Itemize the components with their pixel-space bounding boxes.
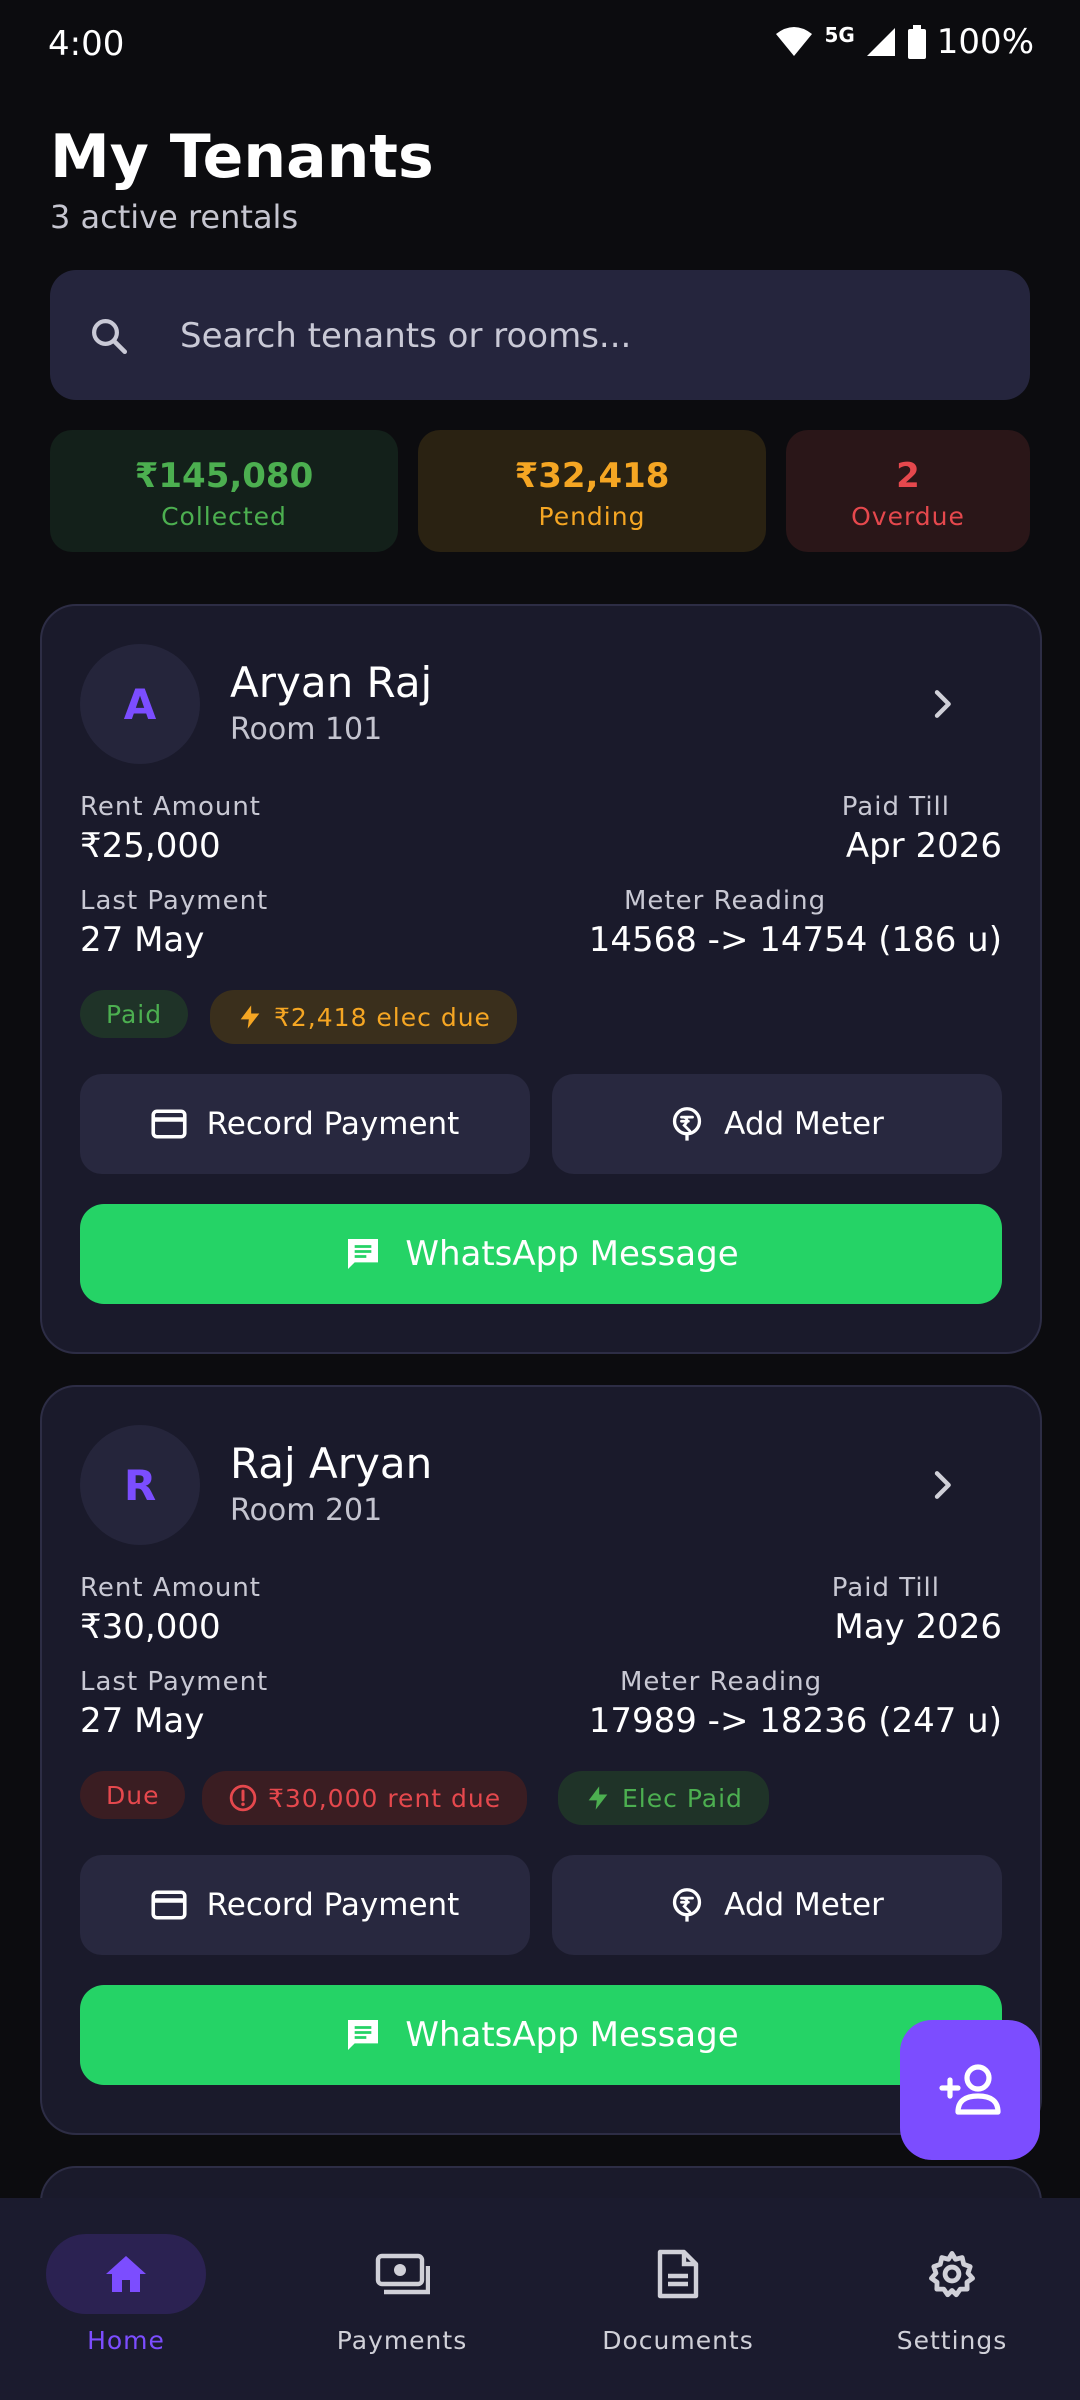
tenant-room: Room 101 — [230, 712, 383, 747]
rent-amount-value: ₹30,000 — [80, 1607, 221, 1647]
signal-icon — [866, 28, 895, 56]
home-icon — [106, 2256, 146, 2292]
paid-till-label: Paid Till — [831, 1573, 940, 1603]
meter-reading-value: 17989 -> 18236 (247 u) — [588, 1701, 1002, 1741]
stat-value: ₹145,080 — [134, 456, 314, 496]
whatsapp-label: WhatsApp Message — [405, 1234, 739, 1274]
record-payment-label: Record Payment — [206, 1106, 460, 1142]
rent-amount-label: Rent Amount — [80, 1573, 262, 1603]
record-payment-label: Record Payment — [206, 1887, 460, 1923]
page-title: My Tenants — [50, 122, 434, 192]
avatar: R — [80, 1425, 200, 1545]
whatsapp-button[interactable]: WhatsApp Message — [80, 1985, 1002, 2085]
status-icons: 5G 100% — [774, 22, 1034, 62]
add-tenant-button[interactable] — [900, 2020, 1040, 2160]
last-payment-value: 27 May — [80, 1701, 205, 1741]
stat-value: ₹32,418 — [514, 456, 670, 496]
nav-item-payments[interactable]: Payments — [292, 2234, 512, 2355]
tenant-room: Room 201 — [230, 1493, 383, 1528]
whatsapp-label: WhatsApp Message — [405, 2015, 739, 2055]
status-badge: Paid — [80, 990, 189, 1038]
message-icon — [348, 2020, 379, 2050]
bolt-icon — [588, 1786, 608, 1810]
bolt-icon — [240, 1005, 260, 1029]
add-meter-label: Add Meter — [724, 1887, 884, 1923]
bottom-nav: Home Payments Documents Settings — [0, 2198, 1080, 2400]
wifi-icon — [776, 27, 813, 56]
meter-icon — [673, 1107, 702, 1141]
status-badge: Due — [80, 1771, 186, 1819]
battery-icon — [907, 25, 926, 59]
tenant-card[interactable]: A Aryan Raj Room 101 Rent Amount ₹25,000… — [40, 604, 1042, 1354]
chevron-right-icon[interactable] — [922, 1465, 962, 1505]
nav-icon-wrap — [598, 2234, 758, 2314]
record-payment-button[interactable]: Record Payment — [80, 1074, 530, 1174]
rent-amount-label: Rent Amount — [80, 792, 262, 822]
stat-label: Collected — [161, 502, 287, 531]
chevron-right-icon[interactable] — [922, 684, 962, 724]
elec-paid-badge: Elec Paid — [558, 1771, 769, 1825]
nav-icon-wrap — [322, 2234, 482, 2314]
tenant-card[interactable]: R Raj Aryan Room 201 Rent Amount ₹30,000… — [40, 1385, 1042, 2135]
rent-due-badge: ₹30,000 rent due — [202, 1771, 528, 1825]
network-type: 5G — [824, 23, 855, 47]
status-badge-label: Due — [106, 1780, 160, 1810]
card-icon — [151, 1109, 187, 1139]
nav-label: Documents — [602, 2326, 754, 2355]
stat-label: Overdue — [851, 502, 965, 531]
last-payment-label: Last Payment — [80, 1667, 269, 1697]
nav-item-documents[interactable]: Documents — [568, 2234, 788, 2355]
paid-till-label: Paid Till — [841, 792, 950, 822]
elec-due-label: ₹2,418 elec due — [274, 1002, 491, 1032]
tenant-name: Raj Aryan — [230, 1439, 433, 1488]
stat-value: 2 — [896, 456, 920, 496]
status-time: 4:00 — [48, 24, 125, 64]
gear-icon — [929, 2251, 975, 2298]
meter-icon — [673, 1888, 702, 1922]
stat-collected: ₹145,080 Collected — [50, 430, 398, 552]
stat-overdue: 2 Overdue — [786, 430, 1030, 552]
meter-reading-label: Meter Reading — [620, 1667, 823, 1697]
nav-item-settings[interactable]: Settings — [842, 2234, 1062, 2355]
status-bar: 4:00 5G 100% — [0, 0, 1080, 92]
payments-icon — [375, 2253, 430, 2295]
alert-icon — [229, 1784, 257, 1812]
add-meter-button[interactable]: Add Meter — [552, 1855, 1002, 1955]
nav-label: Settings — [896, 2326, 1008, 2355]
elec-paid-label: Elec Paid — [622, 1783, 743, 1813]
tenant-name: Aryan Raj — [230, 658, 433, 707]
rent-due-label: ₹30,000 rent due — [268, 1783, 502, 1813]
search-icon — [92, 319, 128, 355]
document-icon — [657, 2249, 699, 2299]
meter-reading-value: 14568 -> 14754 (186 u) — [588, 920, 1002, 960]
paid-till-value: May 2026 — [834, 1607, 1002, 1647]
stat-label: Pending — [538, 502, 646, 531]
whatsapp-button[interactable]: WhatsApp Message — [80, 1204, 1002, 1304]
card-icon — [151, 1890, 187, 1920]
last-payment-value: 27 May — [80, 920, 205, 960]
elec-due-badge: ₹2,418 elec due — [210, 990, 517, 1044]
battery-percent: 100% — [936, 22, 1034, 62]
nav-item-home[interactable]: Home — [16, 2234, 236, 2355]
nav-icon-wrap — [872, 2234, 1032, 2314]
record-payment-button[interactable]: Record Payment — [80, 1855, 530, 1955]
paid-till-value: Apr 2026 — [845, 826, 1002, 866]
meter-reading-label: Meter Reading — [624, 886, 827, 916]
avatar: A — [80, 644, 200, 764]
page-subtitle: 3 active rentals — [50, 198, 299, 236]
last-payment-label: Last Payment — [80, 886, 269, 916]
stat-pending: ₹32,418 Pending — [418, 430, 766, 552]
message-icon — [348, 1239, 379, 1269]
nav-label: Payments — [336, 2326, 468, 2355]
add-meter-label: Add Meter — [724, 1106, 884, 1142]
search-input[interactable] — [178, 300, 1002, 372]
rent-amount-value: ₹25,000 — [80, 826, 221, 866]
status-badge-label: Paid — [106, 999, 163, 1029]
nav-active-indicator — [46, 2234, 206, 2314]
add-meter-button[interactable]: Add Meter — [552, 1074, 1002, 1174]
search-bar[interactable] — [50, 270, 1030, 400]
nav-label: Home — [87, 2326, 165, 2355]
add-person-icon — [939, 2064, 1001, 2115]
